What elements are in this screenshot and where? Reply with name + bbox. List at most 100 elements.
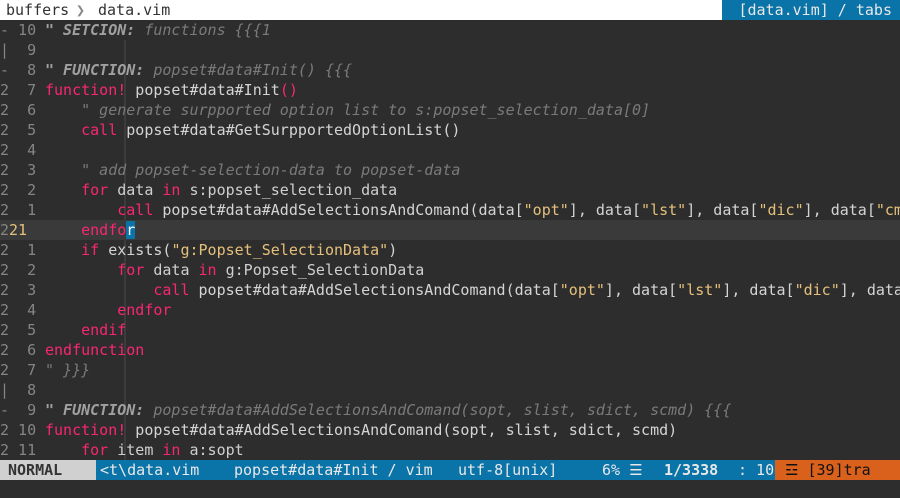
fold-marker: 2 bbox=[0, 261, 10, 279]
fold-marker: 2 bbox=[0, 301, 10, 319]
relative-number: 3 bbox=[9, 281, 37, 299]
token: "lst" bbox=[677, 281, 723, 299]
current-function: popset#data#Init / vim bbox=[234, 461, 433, 479]
fold-marker: 2 bbox=[0, 341, 10, 359]
code-line[interactable]: 2 2 for data in s:popset_selection_data bbox=[0, 180, 900, 200]
line-number: 2 2 bbox=[0, 260, 45, 280]
fold-marker: 2 bbox=[0, 421, 10, 439]
code-text: " FUNCTION: popset#data#AddSelectionsAnd… bbox=[45, 400, 731, 420]
relative-number: 9 bbox=[9, 401, 37, 419]
code-line[interactable]: 2 10 function! popset#data#AddSelectionsA… bbox=[0, 420, 900, 440]
token: data bbox=[108, 181, 154, 199]
token: ], data[ bbox=[722, 281, 795, 299]
buffers-label[interactable]: buffers bbox=[6, 0, 69, 20]
token: " FUNCTION: bbox=[45, 401, 145, 419]
code-line[interactable]: 2 6 " generate surpported option list to… bbox=[0, 100, 900, 120]
code-line[interactable]: | 8 bbox=[0, 380, 900, 400]
fold-marker: 2 bbox=[0, 281, 10, 299]
relative-number: 4 bbox=[9, 141, 37, 159]
line-number: - 8 bbox=[0, 60, 45, 80]
code-text: endfor bbox=[45, 220, 136, 240]
code-line[interactable]: 2 11 for item in a:sopt bbox=[0, 440, 900, 460]
token: popset#data#AddSelectionsAndComand(sopt,… bbox=[126, 421, 678, 439]
code-line[interactable]: 2 1 call popset#data#AddSelectionsAndCom… bbox=[0, 200, 900, 220]
token: ], data[ bbox=[604, 281, 678, 299]
token: endfo bbox=[45, 221, 127, 239]
token: in bbox=[153, 181, 181, 199]
line-number: 2 7 bbox=[0, 80, 45, 100]
code-line[interactable]: 2 5 call popset#data#GetSurpportedOption… bbox=[0, 120, 900, 140]
token: for bbox=[45, 441, 109, 459]
relative-number: 2 bbox=[9, 261, 37, 279]
token: call bbox=[45, 201, 154, 219]
code-line[interactable]: - 8 " FUNCTION: popset#data#Init() {{{ bbox=[0, 60, 900, 80]
editor[interactable]: - 10 " SETCION: functions {{{1 | 9- 8 " FUN… bbox=[0, 20, 900, 460]
code-line[interactable]: 2 1 if exists("g:Popset_SelectionData") bbox=[0, 240, 900, 260]
code-text: " SETCION: functions {{{1 bbox=[45, 20, 271, 40]
token: data bbox=[144, 261, 190, 279]
line-number: 2 2 bbox=[0, 180, 45, 200]
statusline: NORMAL <t\data.vim popset#data#Init / vi… bbox=[0, 460, 900, 480]
relative-number: 6 bbox=[9, 101, 37, 119]
relative-number: 10 bbox=[9, 421, 37, 439]
token: ) bbox=[388, 241, 398, 259]
scroll-percent: 6% ☰ bbox=[602, 461, 643, 479]
code-line[interactable]: 2 3 call popset#data#AddSelectionsAndCom… bbox=[0, 280, 900, 300]
line-number: | 8 bbox=[0, 380, 45, 400]
code-text: function! popset#data#Init() bbox=[45, 80, 298, 100]
line-position: 1/3338 bbox=[664, 461, 719, 479]
tabline: buffers ❯ data.vim [data.vim] / tabs bbox=[0, 0, 900, 20]
fold-marker: 2 bbox=[0, 221, 10, 239]
relative-number: 1 bbox=[9, 201, 37, 219]
relative-number: 9 bbox=[9, 41, 37, 59]
code-text: " generate surpported option list to s:p… bbox=[45, 100, 650, 120]
code-line[interactable]: 2 6 endfunction bbox=[0, 340, 900, 360]
line-number: 2 5 bbox=[0, 320, 45, 340]
token: " generate surpported option list to s:p… bbox=[45, 101, 651, 119]
relative-number: 21 bbox=[9, 221, 28, 239]
line-number: 2 10 bbox=[0, 420, 45, 440]
relative-number: 8 bbox=[9, 61, 37, 79]
fold-marker: - bbox=[0, 61, 10, 79]
fold-marker: | bbox=[0, 381, 10, 399]
tabs-indicator[interactable]: [data.vim] / tabs bbox=[722, 0, 900, 20]
token: call bbox=[45, 121, 118, 139]
line-number: 2 11 bbox=[0, 440, 45, 460]
relative-number: 1 bbox=[9, 241, 37, 259]
code-line[interactable]: 2 2 for data in g:Popset_SelectionData bbox=[0, 260, 900, 280]
code-text: function! popset#data#AddSelectionsAndCo… bbox=[45, 420, 677, 440]
code-line[interactable]: 221 endfor bbox=[0, 220, 900, 240]
code-text: call popset#data#AddSelectionsAndComand(… bbox=[45, 280, 900, 300]
line-number: 2 1 bbox=[0, 200, 45, 220]
token: " FUNCTION: bbox=[45, 61, 145, 79]
code-text: call popset#data#GetSurpportedOptionList… bbox=[45, 120, 460, 140]
file-encoding: utf-8[unix] bbox=[458, 461, 558, 479]
code-text: if exists("g:Popset_SelectionData") bbox=[45, 240, 397, 260]
code-line[interactable]: 2 3 " add popset-selection-data to popse… bbox=[0, 160, 900, 180]
token: "cm bbox=[875, 201, 900, 219]
relative-number: 3 bbox=[9, 161, 37, 179]
code-line[interactable]: - 10 " SETCION: functions {{{1 bbox=[0, 20, 900, 40]
code-line[interactable]: | 9 bbox=[0, 40, 900, 60]
command-line[interactable] bbox=[0, 480, 900, 498]
token: in bbox=[153, 441, 181, 459]
warning-badge: ☲ [39]tra bbox=[775, 460, 900, 480]
token: "dic" bbox=[758, 201, 804, 219]
code-line[interactable]: 2 7 " }}} bbox=[0, 360, 900, 380]
code-text: " add popset-selection-data to popset-da… bbox=[45, 160, 460, 180]
code-line[interactable]: 2 5 endif bbox=[0, 320, 900, 340]
line-number: 2 7 bbox=[0, 360, 45, 380]
code-line[interactable]: 2 4 bbox=[0, 140, 900, 160]
relative-number: 10 bbox=[9, 21, 37, 39]
token: if bbox=[45, 241, 100, 259]
file-name: <t\data.vim bbox=[100, 461, 200, 479]
relative-number: 11 bbox=[9, 441, 37, 459]
tab-data-vim[interactable]: data.vim bbox=[98, 0, 170, 20]
token: exists( bbox=[99, 241, 172, 259]
line-number: | 9 bbox=[0, 40, 45, 60]
code-line[interactable]: 2 7 function! popset#data#Init() bbox=[0, 80, 900, 100]
code-line[interactable]: 2 4 endfor bbox=[0, 300, 900, 320]
code-line[interactable]: - 9 " FUNCTION: popset#data#AddSelections… bbox=[0, 400, 900, 420]
token: s:popset_selection_data bbox=[180, 181, 398, 199]
code-text: endfor bbox=[45, 300, 171, 320]
